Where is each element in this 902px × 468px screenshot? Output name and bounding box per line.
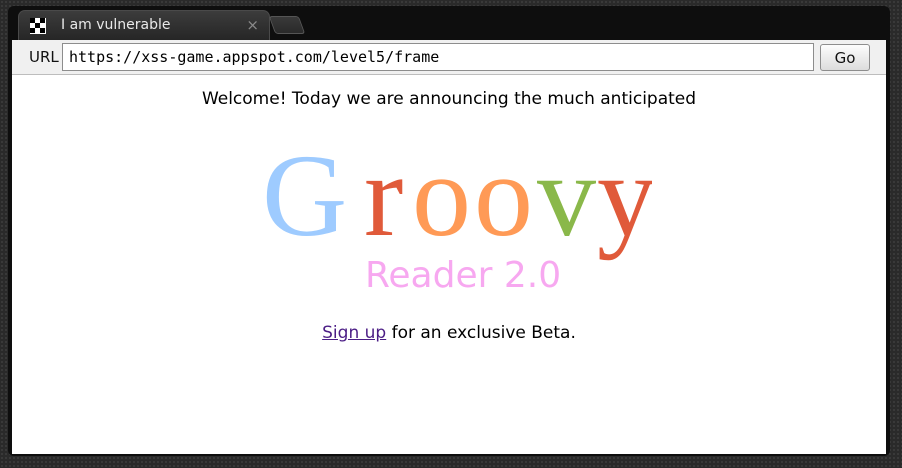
logo-letter: r [364,137,403,261]
url-input[interactable] [62,43,814,71]
signup-link[interactable]: Sign up [322,323,386,343]
url-label: URL [29,48,59,66]
page-content: Welcome! Today we are announcing the muc… [12,75,886,454]
welcome-text: Welcome! Today we are announcing the muc… [201,89,697,109]
browser-window: I am vulnerable × URL Go Welcome! Today … [8,6,890,456]
logo-letter: G [262,137,347,261]
tab-title: I am vulnerable [61,17,171,33]
go-button[interactable]: Go [820,44,870,71]
logo-letter: o [412,137,471,261]
signup-text: for an exclusive Beta. [386,323,576,343]
logo-subtitle: Reader 2.0 [365,255,561,296]
logo-letter: y [597,137,652,261]
groovy-reader-logo: Groovy Reader 2.0 [262,137,652,296]
logo-letter: v [537,137,596,261]
address-bar: URL Go [12,40,886,75]
new-tab-button[interactable] [268,16,306,34]
signup-line: Sign up for an exclusive Beta. [12,323,886,343]
favicon-icon [30,18,46,34]
logo-letter: o [474,137,533,261]
close-icon[interactable]: × [246,16,259,34]
browser-tab[interactable]: I am vulnerable × [18,10,270,40]
